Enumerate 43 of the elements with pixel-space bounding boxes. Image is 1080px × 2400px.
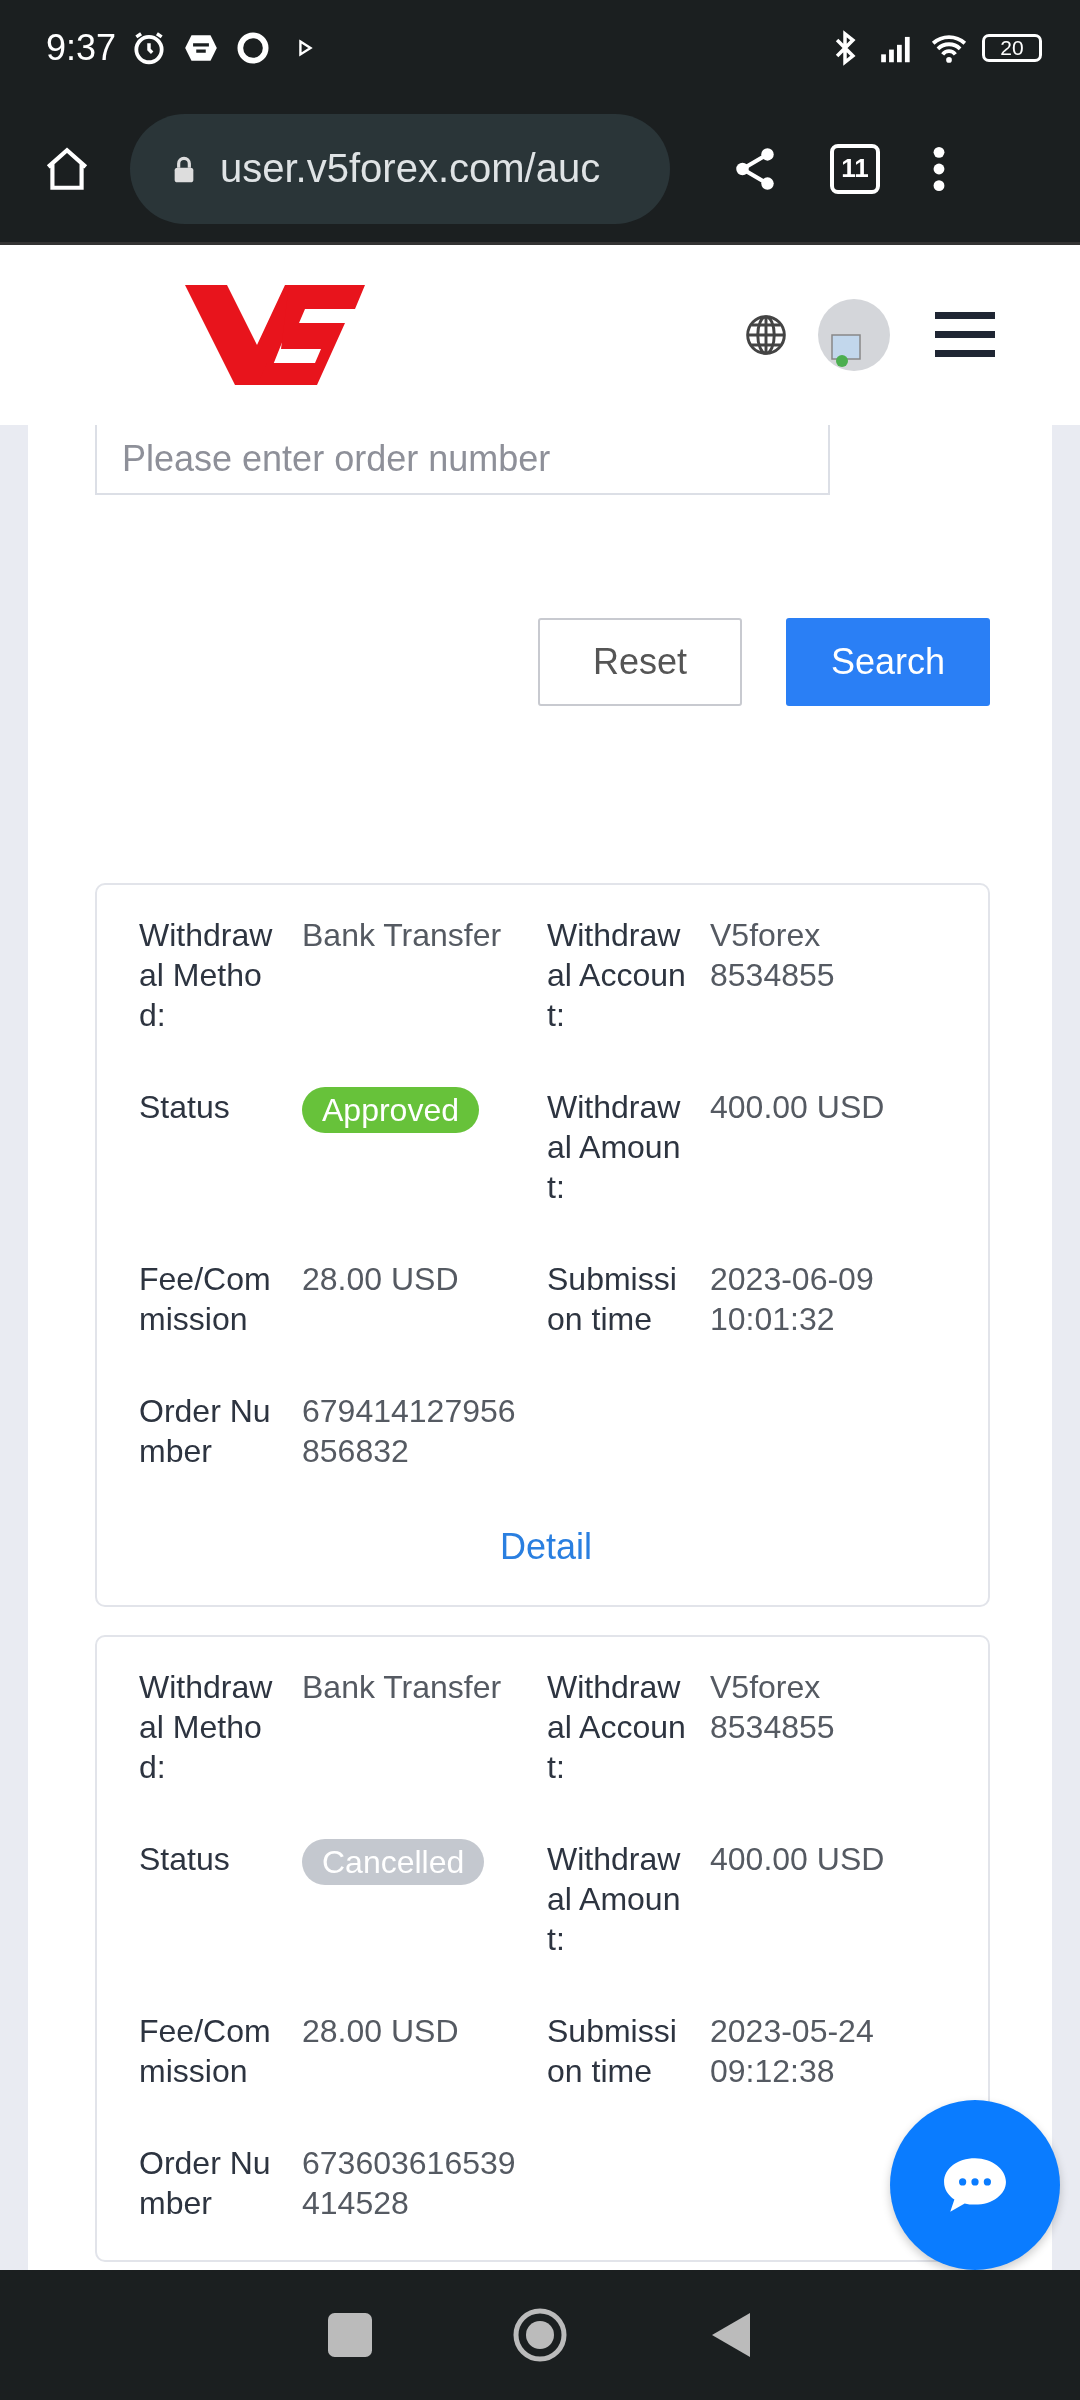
search-button[interactable]: Search (786, 618, 990, 706)
status-badge: Approved (302, 1087, 479, 1133)
avatar-icon[interactable] (818, 299, 890, 371)
field-value: 400.00 USD (710, 1088, 886, 1127)
field-label: Withdrawal Account: (547, 1668, 687, 1787)
field-value: 400.00 USD (710, 1840, 886, 1879)
field-label: Fee/Commission (139, 1260, 272, 1339)
field-label: Withdrawal Method: (139, 916, 274, 1035)
recents-icon[interactable] (328, 2313, 372, 2357)
field-value: V5forex 8534855 (710, 916, 836, 995)
field-label: Submission time (547, 1260, 678, 1339)
reset-button[interactable]: Reset (538, 618, 742, 706)
field-label: Order Number (139, 1392, 272, 1471)
field-label: Withdrawal Amount: (547, 1840, 682, 1959)
clock-time: 9:37 (46, 26, 117, 69)
field-value: 2023-05-24 09:12:38 (710, 2012, 875, 2091)
field-value: 679414127956856832 (302, 1392, 517, 1471)
address-bar[interactable]: user.v5forex.com/auc (130, 113, 670, 224)
field-label: Submission time (547, 2012, 678, 2091)
tab-count-button[interactable]: 11 (830, 143, 880, 194)
field-label: Status (139, 1088, 231, 1127)
field-label: Withdrawal Account: (547, 916, 687, 1035)
status-badge: Cancelled (302, 1839, 485, 1885)
field-value: V5forex 8534855 (710, 1668, 836, 1747)
order-number-field[interactable]: Please enter order number (95, 425, 830, 495)
field-value: Bank Transfer (302, 1668, 503, 1707)
field-value: 28.00 USD (302, 2012, 460, 2051)
field-value: Bank Transfer (302, 916, 503, 955)
menu-icon[interactable] (935, 310, 995, 360)
field-label: Status (139, 1840, 231, 1879)
logo-drawing[interactable] (185, 285, 365, 385)
globe-icon[interactable] (744, 313, 788, 357)
field-label: Fee/Commission (139, 2012, 272, 2091)
home-icon[interactable] (512, 2307, 568, 2363)
field-label: Order Number (139, 2144, 272, 2223)
battery-icon: 20 (982, 33, 1042, 62)
detail-link[interactable]: Detail (499, 1526, 592, 1568)
field-value: 673603616539414528 (302, 2144, 517, 2223)
field-value: 2023-06-09 10:01:32 (710, 1260, 875, 1339)
field-value: 28.00 USD (302, 1260, 460, 1299)
chat-icon (942, 2156, 1008, 2214)
field-label: Withdrawal Amount: (547, 1088, 682, 1207)
field-label: Withdrawal Method: (139, 1668, 274, 1787)
